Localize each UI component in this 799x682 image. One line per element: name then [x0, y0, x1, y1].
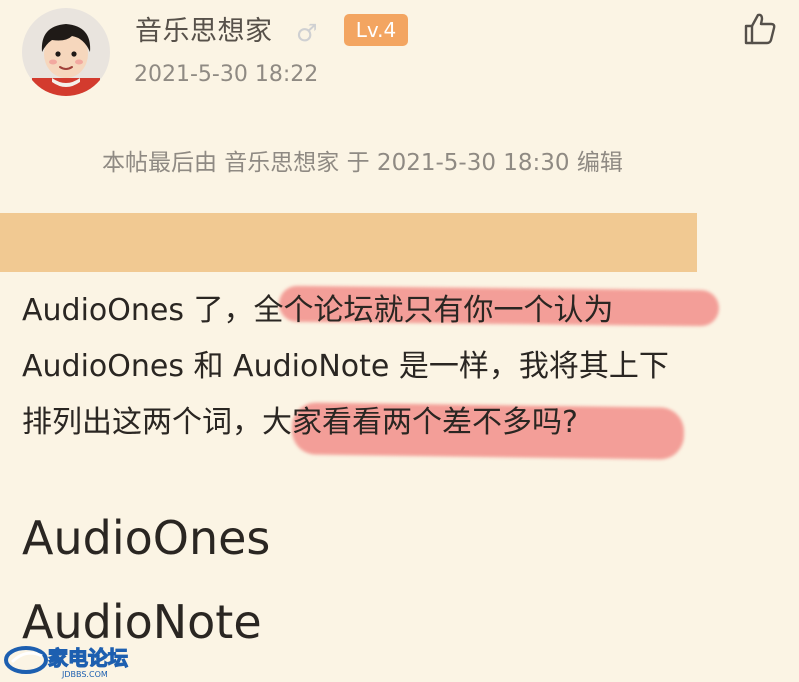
watermark-text: 家电论坛 [48, 646, 128, 670]
post-body-line: 排列出这两个词，大家看看两个差不多吗? [22, 405, 578, 440]
post-body: AudioOnes 了，全个论坛就只有你一个认为 AudioOnes 和 Aud… [22, 283, 782, 451]
post-body-line: AudioOnes 了，全个论坛就只有你一个认为 [22, 293, 614, 328]
author-name[interactable]: 音乐思想家 [135, 14, 273, 50]
brand-word-audioones: AudioOnes [22, 511, 271, 565]
edit-note: 本帖最后由 音乐思想家 于 2021-5-30 18:30 编辑 [102, 150, 623, 176]
site-watermark-logo: 家电论坛 JDBBS.COM [4, 645, 129, 679]
watermark-subtext: JDBBS.COM [61, 670, 108, 679]
thumbs-up-icon[interactable] [743, 12, 777, 46]
post-timestamp: 2021-5-30 18:22 [134, 62, 319, 87]
post-body-line: AudioOnes 和 AudioNote 是一样，我将其上下 [22, 349, 669, 384]
male-icon: ♂ [296, 19, 318, 47]
level-badge: Lv.4 [344, 14, 408, 46]
quote-block [0, 213, 697, 272]
author-avatar[interactable] [22, 8, 110, 96]
